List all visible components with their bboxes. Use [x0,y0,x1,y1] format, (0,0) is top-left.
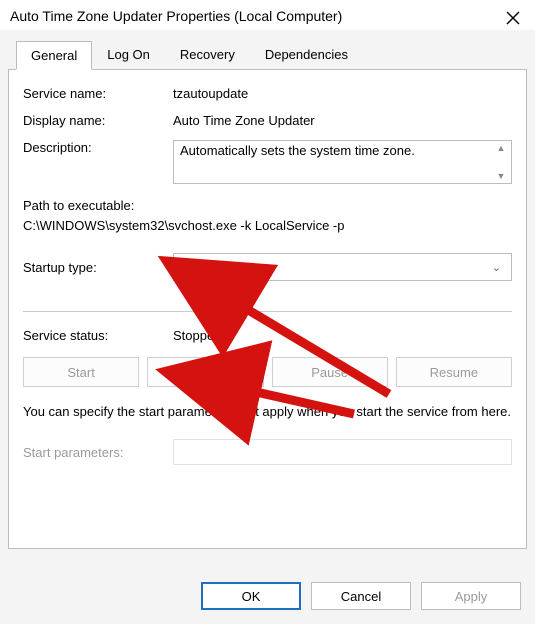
scroll-up-icon[interactable]: ▲ [493,143,509,153]
tab-panel-general: Service name: tzautoupdate Display name:… [8,69,527,549]
path-block: Path to executable: C:\WINDOWS\system32\… [23,196,512,235]
label-startup-type: Startup type: [23,260,173,275]
ok-button[interactable]: OK [201,582,301,610]
label-description: Description: [23,140,173,155]
row-display-name: Display name: Auto Time Zone Updater [23,113,512,128]
separator [23,311,512,312]
row-start-params: Start parameters: [23,439,512,465]
tab-general[interactable]: General [16,41,92,70]
tab-bar: General Log On Recovery Dependencies [16,40,527,69]
row-service-name: Service name: tzautoupdate [23,86,512,101]
start-params-input[interactable] [173,439,512,465]
chevron-down-icon: ⌄ [492,261,501,274]
description-box: Automatically sets the system time zone.… [173,140,512,184]
label-path: Path to executable: [23,196,512,216]
tab-dependencies[interactable]: Dependencies [250,40,363,69]
close-icon [506,11,520,25]
label-service-name: Service name: [23,86,173,101]
label-display-name: Display name: [23,113,173,128]
tab-logon[interactable]: Log On [92,40,165,69]
value-service-status: Stopped [173,328,221,343]
dialog-button-bar: OK Cancel Apply [201,582,521,610]
row-service-status: Service status: Stopped [23,328,512,343]
value-service-name: tzautoupdate [173,86,512,101]
start-params-hint: You can specify the start parameters tha… [23,403,512,421]
label-service-status: Service status: [23,328,173,343]
value-description: Automatically sets the system time zone. [180,143,415,158]
dialog-body: General Log On Recovery Dependencies Ser… [8,40,527,549]
close-button[interactable] [503,8,523,28]
apply-button[interactable]: Apply [421,582,521,610]
titlebar: Auto Time Zone Updater Properties (Local… [0,0,535,30]
startup-type-value: Disabled [184,260,235,275]
service-control-buttons: Start Stop Pause Resume [23,357,512,387]
pause-button[interactable]: Pause [272,357,388,387]
stop-button[interactable]: Stop [147,357,263,387]
start-button[interactable]: Start [23,357,139,387]
description-scroll: ▲ ▼ [493,143,509,181]
resume-button[interactable]: Resume [396,357,512,387]
scroll-down-icon[interactable]: ▼ [493,171,509,181]
label-start-params: Start parameters: [23,445,173,460]
row-description: Description: Automatically sets the syst… [23,140,512,184]
cancel-button[interactable]: Cancel [311,582,411,610]
startup-type-select[interactable]: Disabled ⌄ [173,253,512,281]
tab-recovery[interactable]: Recovery [165,40,250,69]
value-path: C:\WINDOWS\system32\svchost.exe -k Local… [23,216,512,236]
value-display-name: Auto Time Zone Updater [173,113,512,128]
window-title: Auto Time Zone Updater Properties (Local… [10,8,342,24]
row-startup-type: Startup type: Disabled ⌄ [23,253,512,281]
